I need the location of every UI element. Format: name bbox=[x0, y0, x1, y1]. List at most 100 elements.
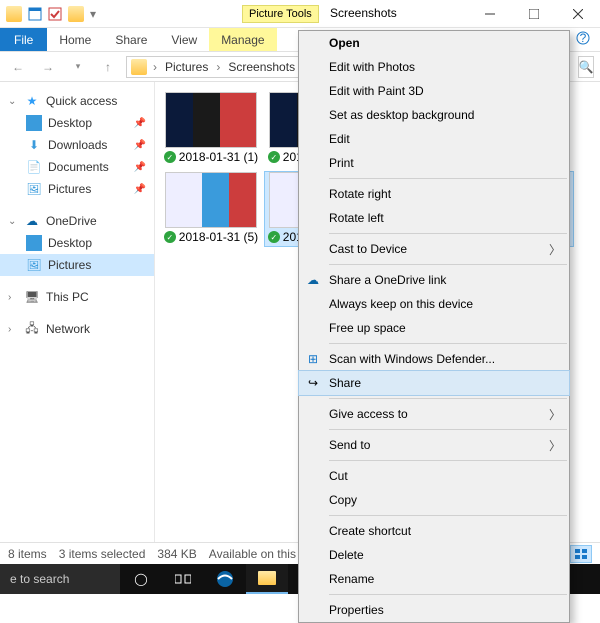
ctx-print[interactable]: Print bbox=[299, 151, 569, 175]
separator bbox=[329, 460, 567, 461]
ctx-share[interactable]: ↪Share bbox=[299, 371, 569, 395]
shield-icon: ⊞ bbox=[305, 351, 321, 367]
ctx-onedrive-keep[interactable]: Always keep on this device bbox=[299, 292, 569, 316]
file-item[interactable]: ✓2018-01-31 (5) bbox=[161, 172, 261, 246]
label: Quick access bbox=[46, 94, 117, 108]
ctx-give-access[interactable]: Give access to〉 bbox=[299, 402, 569, 426]
sidebar-od-pictures[interactable]: 🖼Pictures bbox=[0, 254, 154, 276]
task-view-icon[interactable] bbox=[162, 564, 204, 594]
recent-dropdown[interactable]: ▾ bbox=[66, 55, 90, 79]
qat-properties-icon[interactable] bbox=[28, 7, 42, 21]
ctx-cut[interactable]: Cut bbox=[299, 464, 569, 488]
label: OneDrive bbox=[46, 214, 97, 228]
view-thumbnails-button[interactable] bbox=[570, 545, 592, 563]
ctx-edit-photos[interactable]: Edit with Photos bbox=[299, 55, 569, 79]
qat-dropdown-icon[interactable]: ▾ bbox=[90, 7, 96, 21]
pin-icon: 📌 bbox=[134, 140, 146, 151]
separator bbox=[329, 178, 567, 179]
chevron-right-icon: 〉 bbox=[549, 437, 561, 454]
separator bbox=[329, 515, 567, 516]
up-button[interactable]: ↑ bbox=[96, 55, 120, 79]
nav-sidebar: ⌄★Quick access Desktop📌 ⬇Downloads📌 📄Doc… bbox=[0, 82, 155, 562]
ctx-rename[interactable]: Rename bbox=[299, 567, 569, 591]
sidebar-onedrive[interactable]: ⌄☁OneDrive bbox=[0, 210, 154, 232]
tab-view[interactable]: View bbox=[159, 28, 209, 51]
folder-icon bbox=[131, 59, 147, 75]
pin-icon: 📌 bbox=[134, 162, 146, 173]
sidebar-network[interactable]: ›🖧Network bbox=[0, 318, 154, 340]
ctx-set-background[interactable]: Set as desktop background bbox=[299, 103, 569, 127]
sidebar-documents[interactable]: 📄Documents📌 bbox=[0, 156, 154, 178]
sync-icon: ✓ bbox=[268, 231, 280, 243]
sidebar-quick-access[interactable]: ⌄★Quick access bbox=[0, 90, 154, 112]
file-name: 2018-01-31 (1) bbox=[179, 150, 258, 164]
quick-access-toolbar: ▾ bbox=[0, 6, 102, 22]
crumb-screenshots[interactable]: Screenshots bbox=[226, 60, 297, 74]
separator bbox=[329, 594, 567, 595]
ctx-rotate-right[interactable]: Rotate right bbox=[299, 182, 569, 206]
folder-icon bbox=[68, 6, 84, 22]
sidebar-desktop[interactable]: Desktop📌 bbox=[0, 112, 154, 134]
label: Desktop bbox=[48, 116, 92, 130]
tab-share[interactable]: Share bbox=[103, 28, 159, 51]
separator bbox=[329, 233, 567, 234]
help-icon[interactable]: ? bbox=[576, 31, 590, 48]
sync-icon: ✓ bbox=[164, 231, 176, 243]
sidebar-pictures[interactable]: 🖼Pictures📌 bbox=[0, 178, 154, 200]
label: This PC bbox=[46, 290, 89, 304]
ctx-properties[interactable]: Properties bbox=[299, 598, 569, 622]
cortana-icon[interactable]: ◯ bbox=[120, 564, 162, 594]
chevron-right-icon[interactable]: › bbox=[214, 60, 222, 74]
status-size: 384 KB bbox=[157, 547, 196, 561]
qat-checkbox-icon[interactable] bbox=[48, 7, 62, 21]
forward-button[interactable]: → bbox=[36, 55, 60, 79]
file-name: 2018-01-31 (5) bbox=[179, 230, 258, 244]
label: Desktop bbox=[48, 236, 92, 250]
close-button[interactable] bbox=[556, 0, 600, 28]
chevron-right-icon: 〉 bbox=[549, 406, 561, 423]
label: Documents bbox=[48, 160, 109, 174]
maximize-button[interactable] bbox=[512, 0, 556, 28]
label: Downloads bbox=[48, 138, 107, 152]
search-button[interactable]: 🔍 bbox=[578, 56, 594, 78]
sidebar-downloads[interactable]: ⬇Downloads📌 bbox=[0, 134, 154, 156]
chevron-right-icon[interactable]: › bbox=[151, 60, 159, 74]
label: Pictures bbox=[48, 182, 91, 196]
ctx-onedrive-share[interactable]: ☁Share a OneDrive link bbox=[299, 268, 569, 292]
separator bbox=[329, 398, 567, 399]
folder-icon bbox=[6, 6, 22, 22]
ctx-edit-paint3d[interactable]: Edit with Paint 3D bbox=[299, 79, 569, 103]
ctx-onedrive-free[interactable]: Free up space bbox=[299, 316, 569, 340]
svg-text:?: ? bbox=[580, 31, 587, 45]
window-title: Screenshots bbox=[330, 6, 397, 20]
share-icon: ↪ bbox=[305, 375, 321, 391]
edge-icon[interactable] bbox=[204, 564, 246, 594]
taskbar-search[interactable]: e to search bbox=[0, 564, 120, 594]
picture-tools-tab[interactable]: Picture Tools bbox=[242, 5, 319, 23]
sidebar-od-desktop[interactable]: Desktop bbox=[0, 232, 154, 254]
explorer-icon[interactable] bbox=[246, 564, 288, 594]
status-selected-count: 3 items selected bbox=[59, 547, 146, 561]
ctx-shortcut[interactable]: Create shortcut bbox=[299, 519, 569, 543]
titlebar: ▾ Picture Tools Screenshots bbox=[0, 0, 600, 28]
ctx-defender[interactable]: ⊞Scan with Windows Defender... bbox=[299, 347, 569, 371]
crumb-pictures[interactable]: Pictures bbox=[163, 60, 210, 74]
minimize-button[interactable] bbox=[468, 0, 512, 28]
ctx-delete[interactable]: Delete bbox=[299, 543, 569, 567]
tab-home[interactable]: Home bbox=[47, 28, 103, 51]
tab-manage[interactable]: Manage bbox=[209, 28, 276, 51]
ctx-send-to[interactable]: Send to〉 bbox=[299, 433, 569, 457]
ctx-rotate-left[interactable]: Rotate left bbox=[299, 206, 569, 230]
separator bbox=[329, 429, 567, 430]
cloud-icon: ☁ bbox=[305, 272, 321, 288]
file-item[interactable]: ✓2018-01-31 (1) bbox=[161, 92, 261, 166]
ctx-open[interactable]: Open bbox=[299, 31, 569, 55]
sidebar-this-pc[interactable]: ›🖥This PC bbox=[0, 286, 154, 308]
ctx-cast[interactable]: Cast to Device〉 bbox=[299, 237, 569, 261]
chevron-right-icon: 〉 bbox=[549, 241, 561, 258]
back-button[interactable]: ← bbox=[6, 55, 30, 79]
ctx-edit[interactable]: Edit bbox=[299, 127, 569, 151]
status-item-count: 8 items bbox=[8, 547, 47, 561]
ctx-copy[interactable]: Copy bbox=[299, 488, 569, 512]
tab-file[interactable]: File bbox=[0, 28, 47, 51]
